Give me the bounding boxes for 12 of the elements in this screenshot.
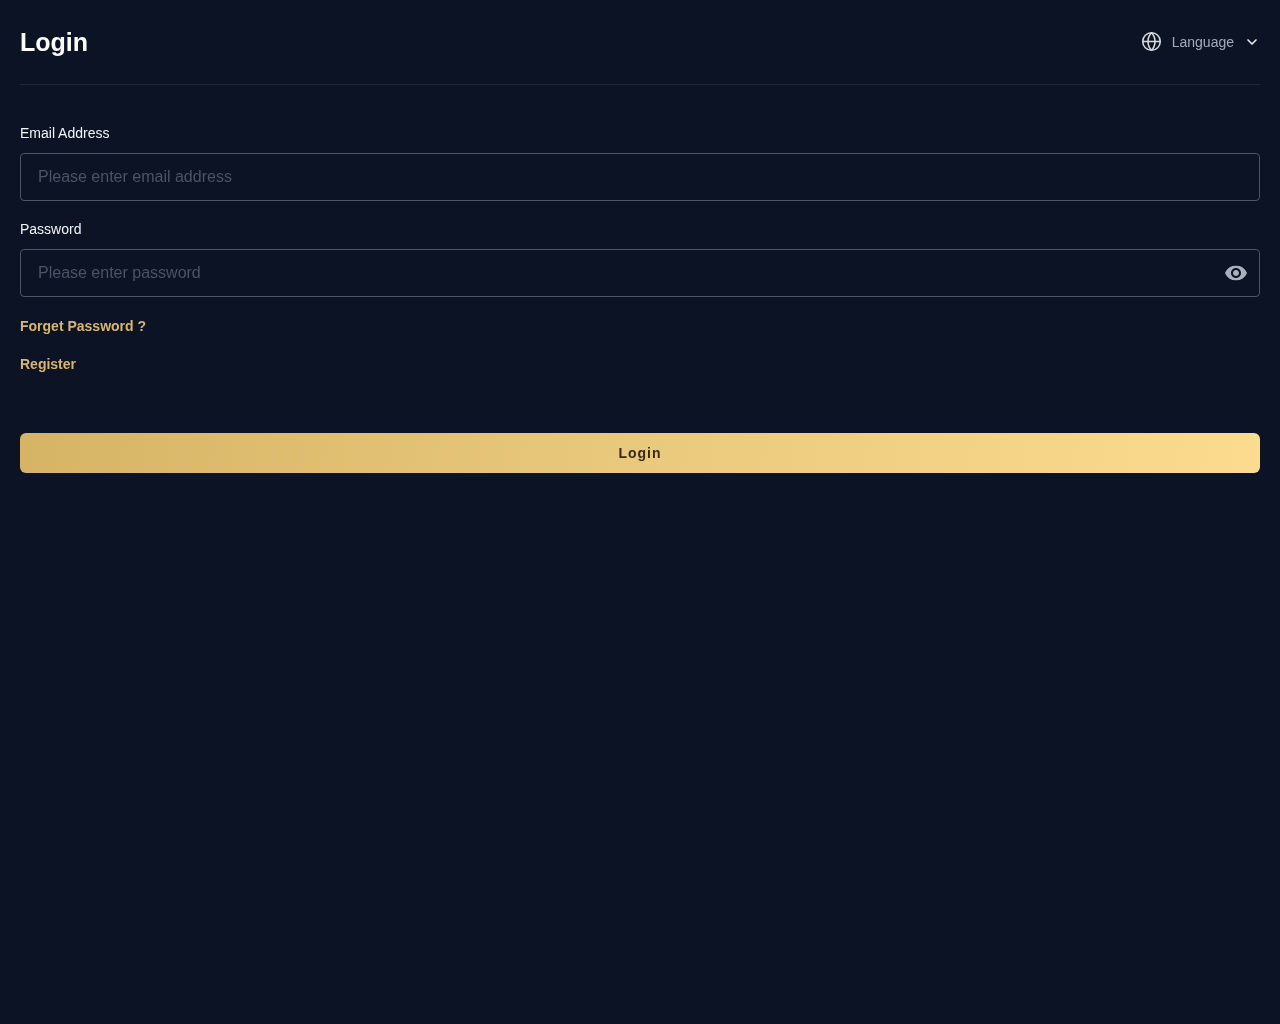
email-field[interactable]: Please enter email address [20, 153, 1260, 201]
login-button[interactable]: Login [20, 433, 1260, 473]
field-label: Email Address [20, 124, 110, 143]
show-password-button[interactable] [1225, 265, 1247, 281]
register-link[interactable]: Register [20, 354, 77, 374]
password-field[interactable]: Please enter password [20, 249, 1260, 297]
eye-icon [1225, 265, 1247, 281]
language-selector[interactable]: Language [1140, 31, 1260, 52]
page-title: Login [20, 26, 89, 57]
globe-icon [1140, 31, 1162, 52]
field-label: Password [20, 220, 82, 239]
forgot-password-link[interactable]: Forget Password ? [20, 316, 147, 336]
